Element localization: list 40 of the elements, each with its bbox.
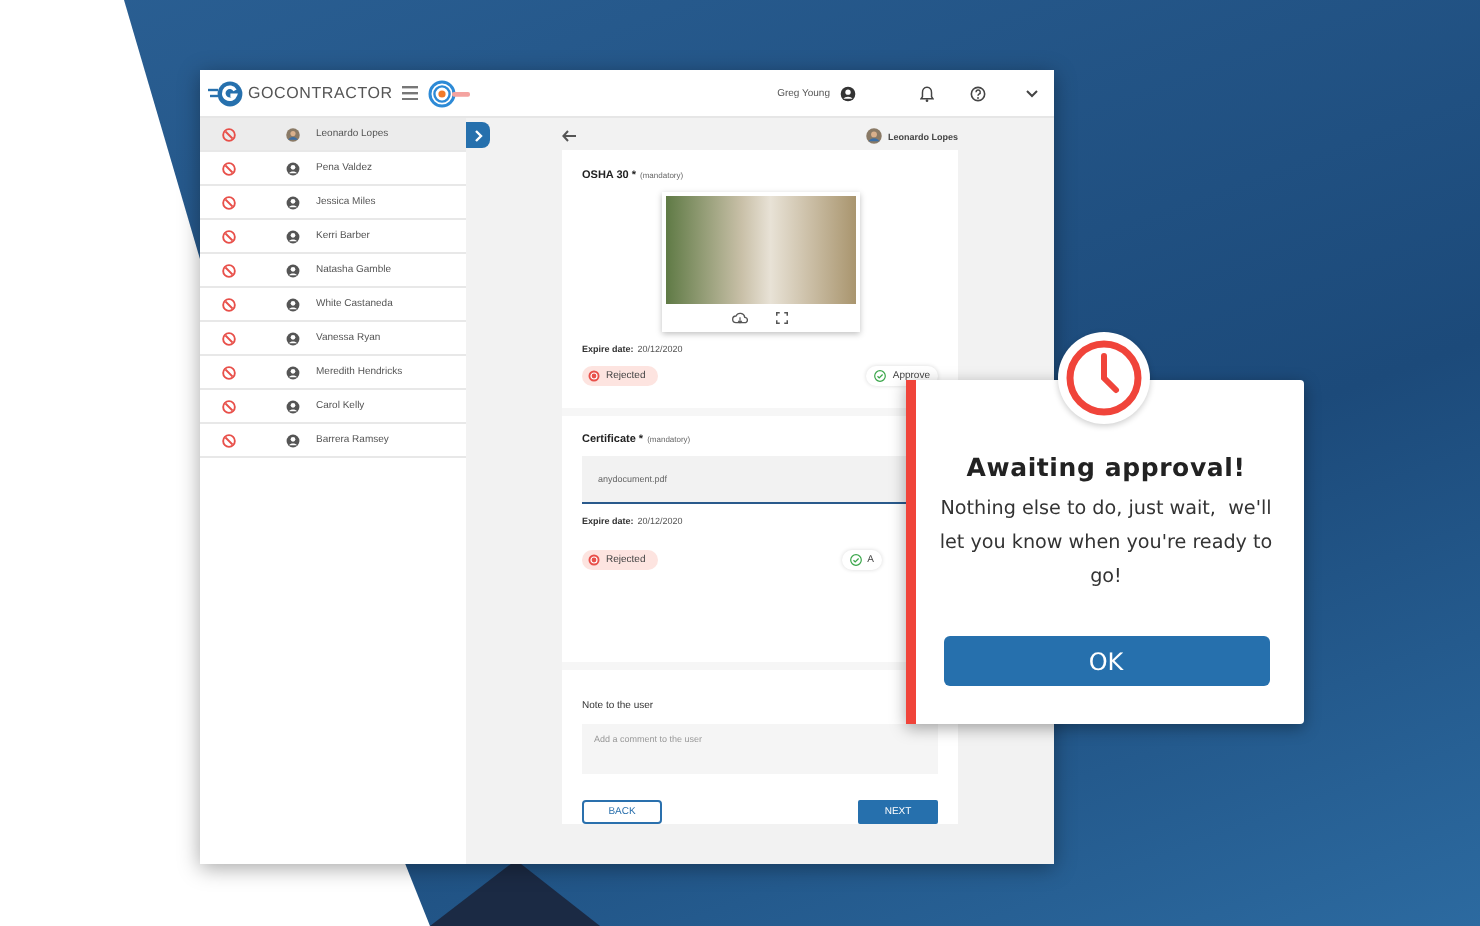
- avatar-icon: [286, 365, 300, 379]
- rejected-icon: [222, 297, 236, 311]
- avatar-icon: [286, 297, 300, 311]
- cloud-download-icon[interactable]: [732, 312, 748, 324]
- bell-icon[interactable]: [920, 85, 934, 101]
- avatar-icon: [286, 263, 300, 277]
- rejected-icon: [222, 195, 236, 209]
- dialog-title: Awaiting approval!: [966, 452, 1246, 482]
- back-arrow-icon[interactable]: [562, 130, 576, 142]
- rejected-icon: [222, 331, 236, 345]
- help-icon[interactable]: [970, 85, 986, 101]
- avatar-icon: [286, 195, 300, 209]
- fullscreen-icon[interactable]: [776, 312, 788, 324]
- rejected-icon: [222, 263, 236, 277]
- rejected-icon: [588, 554, 600, 567]
- rejected-icon: [222, 161, 236, 175]
- avatar-icon: [286, 229, 300, 243]
- avatar-icon: [286, 331, 300, 345]
- chevron-right-icon: [473, 129, 483, 141]
- menu-icon[interactable]: [402, 86, 419, 100]
- rejected-icon: [222, 127, 236, 141]
- avatar-icon: [286, 399, 300, 413]
- chevron-down-icon[interactable]: [1026, 89, 1038, 97]
- account-icon[interactable]: [840, 85, 856, 101]
- partner-logo-icon: [428, 79, 473, 107]
- avatar-icon: [286, 433, 300, 447]
- avatar-photo: [286, 127, 300, 141]
- brand-name: GOCONTRACTOR: [248, 84, 393, 102]
- expand-button[interactable]: [466, 122, 490, 148]
- check-icon: [874, 370, 887, 382]
- rejected-icon: [222, 399, 236, 413]
- rejected-icon: [588, 370, 600, 382]
- avatar-photo: [865, 128, 882, 144]
- avatar-icon: [286, 161, 300, 175]
- rejected-icon: [222, 229, 236, 243]
- rejected-icon: [222, 433, 236, 447]
- rejected-icon: [222, 365, 236, 379]
- check-icon: [849, 554, 862, 567]
- logo-icon: [208, 79, 244, 107]
- ok-button[interactable]: OK: [943, 636, 1269, 686]
